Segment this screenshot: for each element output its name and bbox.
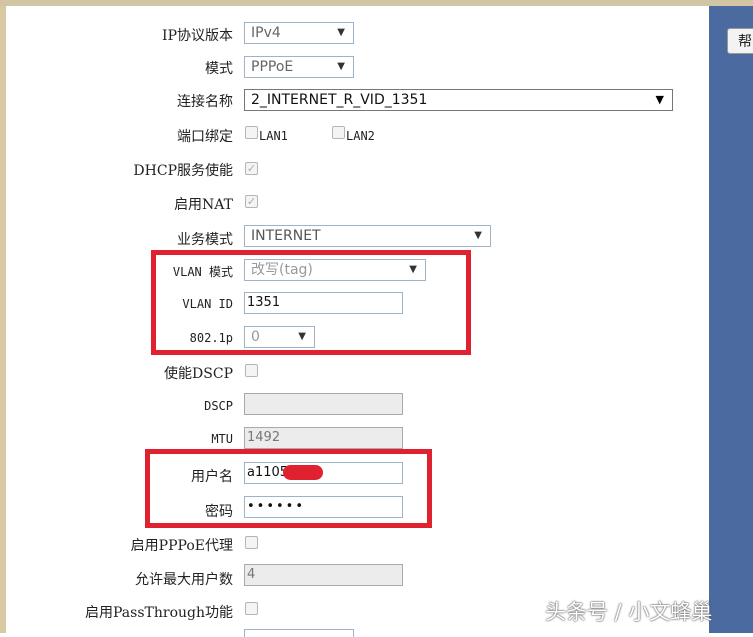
enable-dscp-label: 使能DSCP (164, 366, 233, 382)
lan2-label: LAN2 (346, 129, 375, 143)
dscp-label: DSCP (204, 399, 233, 413)
connection-name-value: 2_INTERNET_R_VID_1351 (251, 92, 428, 108)
credentials-highlight-box (145, 449, 432, 528)
pppoe-proxy-checkbox[interactable] (245, 536, 258, 549)
enable-dscp-checkbox[interactable] (245, 364, 258, 377)
lan2-checkbox[interactable] (332, 126, 345, 139)
port-binding-label: 端口绑定 (177, 129, 233, 145)
watermark: 头条号 / 小文蜂巢 (545, 600, 713, 624)
side-panel (709, 6, 753, 633)
max-users-label: 允许最大用户数 (135, 572, 233, 588)
mode-select[interactable]: PPPoE ▼ (244, 56, 354, 78)
chevron-down-icon: ▼ (655, 93, 664, 106)
max-users-input[interactable]: 4 (244, 564, 403, 586)
lan1-checkbox[interactable] (245, 126, 258, 139)
pppoe-proxy-label: 启用PPPoE代理 (130, 538, 233, 554)
service-mode-value: INTERNET (251, 228, 321, 244)
mtu-input[interactable]: 1492 (244, 427, 403, 449)
connection-name-label: 连接名称 (177, 94, 233, 110)
dhcp-service-label: DHCP服务使能 (133, 163, 233, 179)
mode-value: PPPoE (251, 59, 294, 75)
dscp-input[interactable] (244, 393, 403, 415)
service-mode-select[interactable]: INTERNET ▼ (244, 225, 491, 247)
connection-name-select[interactable]: 2_INTERNET_R_VID_1351 ▼ (244, 89, 673, 111)
window-top-border (0, 0, 753, 6)
dhcp-service-checkbox[interactable]: ✓ (245, 162, 258, 175)
enable-nat-label: 启用NAT (174, 197, 233, 213)
ip-protocol-select[interactable]: IPv4 ▼ (244, 22, 354, 44)
passthrough-checkbox[interactable] (245, 602, 258, 615)
help-button[interactable]: 帮 (727, 28, 753, 54)
ip-protocol-label: IP协议版本 (162, 28, 233, 44)
mode-label: 模式 (205, 61, 233, 77)
window-left-border (0, 6, 6, 633)
chevron-down-icon: ▼ (337, 27, 345, 38)
chevron-down-icon: ▼ (474, 230, 482, 241)
lan1-label: LAN1 (259, 129, 288, 143)
mtu-label: MTU (211, 432, 233, 446)
ip-protocol-value: IPv4 (251, 25, 281, 41)
next-field-partial[interactable] (244, 629, 354, 637)
passthrough-label: 启用PassThrough功能 (85, 605, 233, 621)
chevron-down-icon: ▼ (337, 61, 345, 72)
service-mode-label: 业务模式 (177, 232, 233, 248)
enable-nat-checkbox[interactable]: ✓ (245, 195, 258, 208)
vlan-highlight-box (151, 250, 471, 355)
